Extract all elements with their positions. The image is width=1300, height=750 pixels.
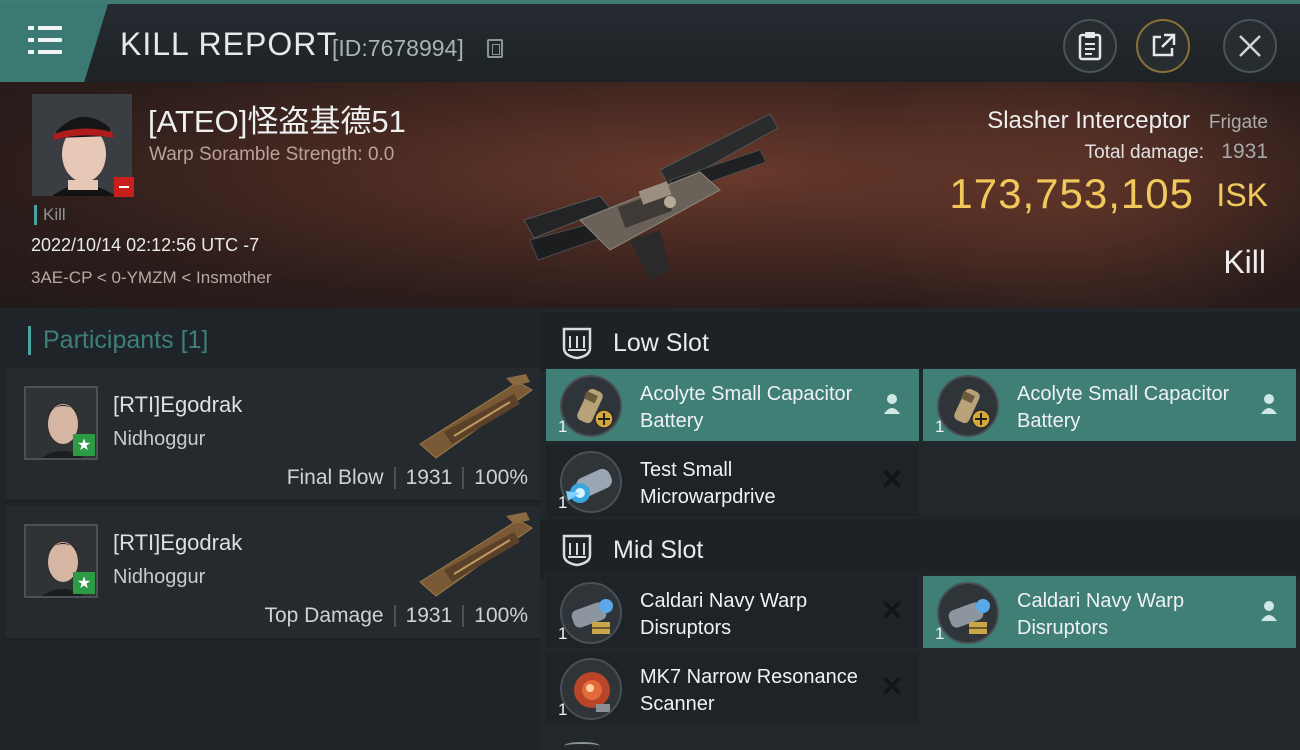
participant-ship: Nidhoggur (113, 428, 206, 450)
module-item[interactable]: 1 Test Small Microwarpdrive ✕ (545, 444, 920, 518)
module-item[interactable]: 1 Caldari Navy Warp Disruptors ✕ (545, 575, 920, 649)
destroyed-icon: ✕ (880, 464, 904, 495)
victim-ship-image (523, 113, 779, 280)
mid-slot-icon (562, 534, 592, 567)
capacitor-battery-icon (560, 375, 622, 437)
module-name: MK7 Narrow Resonance Scanner (640, 666, 858, 715)
victim-banner: [ATEO]怪盗基德51 Warp Soramble Strength: 0.0… (0, 82, 1300, 308)
clipboard-button[interactable] (1063, 19, 1117, 73)
mid-slot-title: Mid Slot (613, 536, 704, 564)
participant-role: Top Damage (264, 604, 384, 627)
kill-result: Kill (1223, 244, 1266, 280)
participant-percent: 100% (474, 604, 528, 627)
menu-button[interactable] (0, 4, 108, 82)
total-damage-value: 1931 (1221, 140, 1268, 163)
page-title: KILL REPORT (120, 26, 338, 62)
module-quantity: 1 (558, 417, 568, 436)
module-item[interactable]: 1 Acolyte Small Capacitor Battery (545, 368, 920, 442)
participant-name[interactable]: [RTI]Egodrak (113, 530, 242, 556)
victim-ship-name: Slasher Interceptor (987, 107, 1190, 134)
kill-tag: Kill (34, 205, 66, 225)
module-item[interactable]: 1 Acolyte Small Capacitor Battery (922, 368, 1297, 442)
person-icon (1256, 598, 1282, 624)
copy-icon[interactable] (487, 39, 503, 58)
low-slot-header: Low Slot (540, 312, 1300, 372)
participant-ship: Nidhoggur (113, 566, 206, 588)
total-damage-label: Total damage: (1084, 142, 1204, 163)
participant-name[interactable]: [RTI]Egodrak (113, 392, 242, 418)
close-icon (1239, 35, 1261, 57)
kill-timestamp: 2022/10/14 02:12:56 UTC -7 (31, 235, 260, 255)
star-icon: ★ (73, 572, 95, 594)
module-quantity: 1 (558, 624, 568, 643)
module-quantity: 1 (935, 624, 945, 643)
module-quantity: 1 (935, 417, 945, 436)
report-id: [ID:7678994] (332, 35, 464, 61)
next-slot-header-partial (564, 742, 600, 750)
victim-name: [ATEO]怪盗基德51 (148, 104, 406, 139)
destroyed-icon: ✕ (880, 595, 904, 626)
participants-panel: Participants [1] ★ [RTI]Egodrak Nidhoggu… (0, 308, 540, 750)
resonance-scanner-icon (560, 658, 622, 720)
participant-stats: Top Damage 1931 100% (264, 604, 528, 628)
participant-damage: 1931 (405, 466, 453, 489)
header-bar: KILL REPORT [ID:7678994] (0, 0, 1300, 82)
low-slot-title: Low Slot (613, 329, 709, 357)
kill-location: 3AE-CP < 0-YMZM < Insmother (31, 268, 272, 287)
module-quantity: 1 (558, 493, 568, 512)
participant-stats: Final Blow 1931 100% (287, 466, 528, 490)
isk-value: 173,753,105 (949, 170, 1194, 217)
microwarpdrive-icon (560, 451, 622, 513)
module-item[interactable]: 1 Caldari Navy Warp Disruptors (922, 575, 1297, 649)
mid-slot-header: Mid Slot (540, 519, 1300, 579)
capacitor-battery-icon (937, 375, 999, 437)
module-quantity: 1 (558, 700, 568, 719)
low-slot-icon (562, 327, 592, 360)
module-item[interactable]: 1 MK7 Narrow Resonance Scanner ✕ (545, 651, 920, 725)
participant-row[interactable]: ★ [RTI]Egodrak Nidhoggur Top Damage 1931… (6, 506, 540, 640)
participant-role: Final Blow (286, 466, 384, 489)
person-icon (879, 391, 905, 417)
destroyed-icon: ✕ (880, 671, 904, 702)
module-name: Caldari Navy Warp Disruptors (1017, 590, 1185, 639)
warp-scramble-strength: Warp Soramble Strength: 0.0 (149, 144, 395, 165)
participant-ship-image (419, 512, 533, 597)
warp-disruptor-icon (560, 582, 622, 644)
share-icon (1152, 33, 1176, 57)
fitting-panel: Low Slot 1 Acolyte Small Capacitor Batte… (540, 308, 1300, 750)
participants-title: Participants [1] (28, 326, 208, 355)
module-name: Acolyte Small Capacitor Battery (640, 383, 853, 432)
participant-percent: 100% (474, 466, 528, 489)
module-name: Test Small Microwarpdrive (640, 459, 776, 508)
module-name: Acolyte Small Capacitor Battery (1017, 383, 1230, 432)
participant-row[interactable]: ★ [RTI]Egodrak Nidhoggur Final Blow 1931… (6, 368, 540, 502)
victim-status-badge (114, 177, 134, 197)
participant-ship-image (419, 374, 533, 459)
person-icon (1256, 391, 1282, 417)
module-name: Caldari Navy Warp Disruptors (640, 590, 808, 639)
isk-unit: ISK (1216, 177, 1268, 213)
victim-ship-class: Frigate (1208, 112, 1268, 133)
participant-damage: 1931 (405, 604, 453, 627)
share-button[interactable] (1136, 19, 1190, 73)
close-button[interactable] (1223, 19, 1277, 73)
star-icon: ★ (73, 434, 95, 456)
warp-disruptor-icon (937, 582, 999, 644)
clipboard-icon (1078, 32, 1102, 61)
